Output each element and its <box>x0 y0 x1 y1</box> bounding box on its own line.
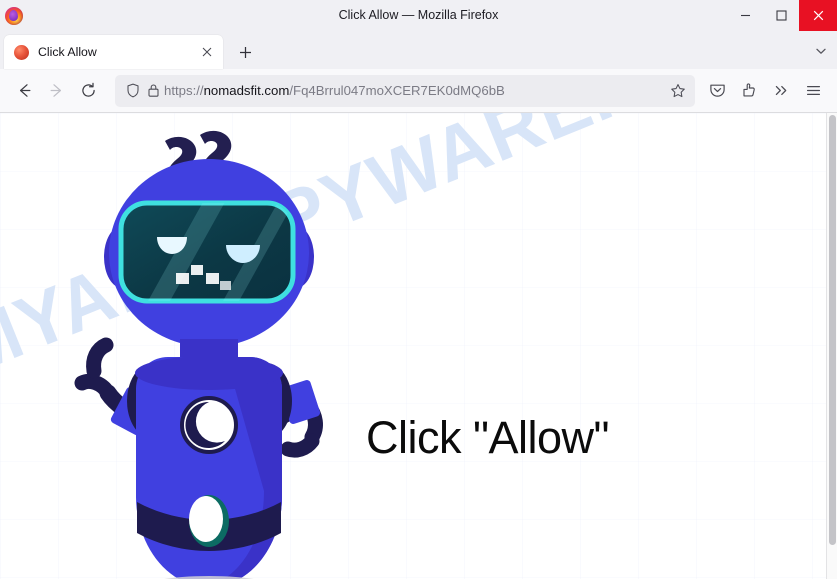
new-tab-button[interactable] <box>230 37 260 67</box>
robot-svg <box>74 130 323 579</box>
page-headline: Click "Allow" if you are not a robot <box>366 298 619 579</box>
padlock-icon[interactable] <box>144 83 162 98</box>
url-scheme: https:// <box>164 82 204 98</box>
window-title: Click Allow — Mozilla Firefox <box>338 8 499 22</box>
overflow-chevrons-icon[interactable] <box>765 75 797 107</box>
close-window-button[interactable] <box>799 0 837 31</box>
forward-button[interactable] <box>40 75 72 107</box>
minimize-button[interactable] <box>727 0 763 31</box>
navigation-toolbar: https://nomadsfit.com/Fq4Brrul047moXCER7… <box>0 69 837 113</box>
firefox-logo-icon <box>5 6 23 25</box>
back-button[interactable] <box>8 75 40 107</box>
account-icon[interactable] <box>733 75 765 107</box>
tab-strip: Click Allow <box>0 31 837 69</box>
browser-content: MYANTISPYWARE.COM Click "Allow" <box>0 113 837 579</box>
maximize-button[interactable] <box>763 0 799 31</box>
robot-illustration <box>58 121 388 579</box>
web-page: MYANTISPYWARE.COM Click "Allow" <box>0 113 826 579</box>
title-bar: Click Allow — Mozilla Firefox <box>0 0 837 31</box>
tab-favicon-icon <box>14 44 29 60</box>
window-controls <box>727 0 837 31</box>
tab-title: Click Allow <box>38 45 97 59</box>
url-host: nomadsfit.com <box>203 82 290 98</box>
scrollbar-thumb[interactable] <box>829 115 836 545</box>
list-all-tabs-chevron-down-icon[interactable] <box>805 36 837 66</box>
tab-click-allow[interactable]: Click Allow <box>4 35 223 69</box>
page-scrollbar[interactable] <box>826 113 837 579</box>
url-text[interactable]: https://nomadsfit.com/Fq4Brrul047moXCER7… <box>164 75 667 107</box>
close-tab-icon[interactable] <box>198 43 216 61</box>
url-path: /Fq4Brrul047moXCER7EK0dMQ6bB <box>289 82 505 98</box>
bookmark-star-icon[interactable] <box>667 83 689 99</box>
shield-icon[interactable] <box>124 83 142 98</box>
url-bar[interactable]: https://nomadsfit.com/Fq4Brrul047moXCER7… <box>115 74 695 107</box>
headline-line-1: Click "Allow" <box>366 412 609 463</box>
pocket-icon[interactable] <box>701 75 733 107</box>
reload-button[interactable] <box>72 75 104 107</box>
hamburger-menu-icon[interactable] <box>797 75 829 107</box>
browser-window: Click Allow — Mozilla Firefox Click Allo… <box>0 0 837 579</box>
